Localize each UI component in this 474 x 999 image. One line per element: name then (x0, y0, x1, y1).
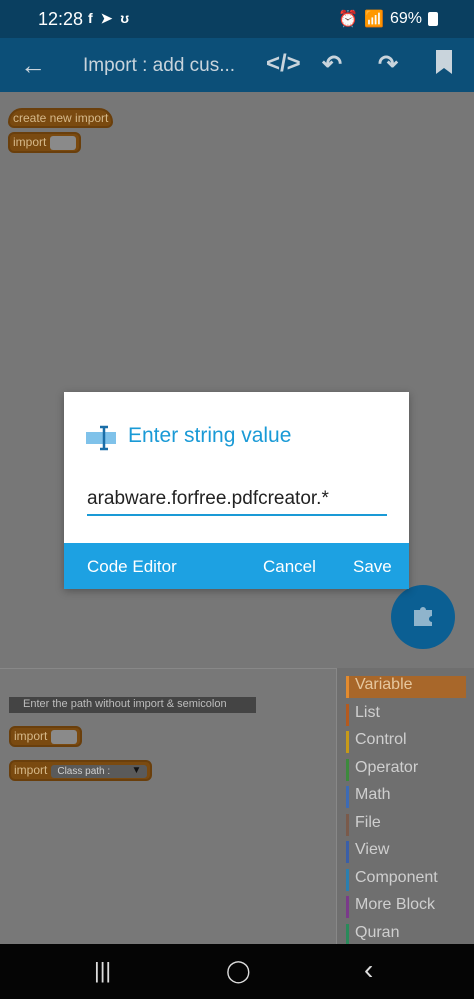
drawer-import-block[interactable]: import (9, 726, 83, 747)
block-label: import (13, 135, 47, 149)
undo-icon[interactable]: ↶ (322, 50, 342, 79)
notification-icons: f ➤ ʊ (88, 10, 129, 27)
back-icon[interactable]: ← (20, 50, 46, 81)
class-path-dropdown[interactable]: Class path : ▼ (51, 765, 148, 778)
string-slot[interactable] (51, 729, 78, 744)
palette-label: File (355, 814, 381, 831)
palette-item-control[interactable]: Control (346, 731, 407, 753)
system-nav-bar: ||| ◯ ‹ (0, 944, 474, 999)
block-label: import (14, 763, 48, 777)
code-editor-button[interactable]: Code Editor (87, 557, 177, 577)
string-slot[interactable] (50, 135, 77, 150)
category-palette: Variable List Control Operator Math File… (336, 668, 474, 946)
palette-label: List (355, 704, 380, 721)
app-notification-icon: ʊ (120, 10, 130, 26)
battery-percent: 69% (389, 10, 422, 27)
bookmark-icon[interactable] (434, 50, 454, 81)
palette-item-view[interactable]: View (346, 841, 389, 863)
palette-item-variable[interactable]: Variable (346, 676, 466, 698)
palette-label: Variable (355, 676, 413, 693)
palette-label: Quran (355, 924, 400, 941)
text-cursor-icon (86, 425, 116, 451)
palette-item-component[interactable]: Component (346, 869, 438, 891)
string-value-input[interactable] (87, 488, 387, 516)
palette-label: Math (355, 786, 391, 803)
palette-item-more-block[interactable]: More Block (346, 896, 435, 918)
page-title: Import : add cus... (83, 55, 236, 76)
hint-label: Enter the path without import & semicolo… (9, 697, 256, 713)
nav-back-button[interactable]: ‹ (364, 954, 373, 986)
drawer-import-classpath-block[interactable]: import Class path : ▼ (9, 760, 153, 781)
dialog-title: Enter string value (128, 424, 292, 447)
palette-label: Operator (355, 759, 419, 776)
dropdown-value: Class path : (57, 766, 111, 777)
alarm-icon: ⏰ (338, 11, 359, 28)
status-right: ⏰ 📶 69% (338, 9, 438, 29)
palette-item-operator[interactable]: Operator (346, 759, 418, 781)
code-icon[interactable]: </> (266, 50, 301, 78)
redo-icon[interactable]: ↷ (378, 50, 398, 79)
battery-icon (428, 12, 438, 26)
palette-label: More Block (355, 896, 436, 913)
add-component-fab[interactable] (391, 585, 455, 649)
palette-item-file[interactable]: File (346, 814, 381, 836)
dialog-action-bar: Code Editor Cancel Save (64, 543, 409, 589)
palette-item-quran[interactable]: Quran (346, 924, 399, 946)
string-value-dialog: Enter string value Code Editor Cancel Sa… (64, 392, 409, 589)
dropdown-arrow-icon: ▼ (131, 765, 142, 776)
palette-label: View (355, 841, 390, 858)
telegram-icon: ➤ (100, 10, 113, 26)
palette-label: Component (355, 869, 438, 886)
cancel-button[interactable]: Cancel (263, 557, 316, 577)
save-button[interactable]: Save (353, 557, 392, 577)
palette-label: Control (355, 731, 407, 748)
app-bar: ← Import : add cus... </> ↶ ↷ (0, 38, 474, 92)
puzzle-icon (410, 602, 436, 633)
status-time: 12:28 (38, 9, 84, 29)
status-bar: 12:28 f ➤ ʊ ⏰ 📶 69% (0, 0, 474, 38)
block-label: import (14, 729, 48, 743)
palette-item-list[interactable]: List (346, 704, 380, 726)
recents-button[interactable]: ||| (94, 958, 111, 984)
facebook-icon: f (88, 10, 93, 26)
create-new-import-block[interactable]: create new import (8, 108, 114, 128)
import-block[interactable]: import (8, 132, 82, 153)
wifi-signal-icon: 📶 (364, 11, 384, 28)
palette-item-math[interactable]: Math (346, 786, 391, 808)
home-button[interactable]: ◯ (226, 958, 251, 984)
block-label: create new import (13, 111, 109, 125)
